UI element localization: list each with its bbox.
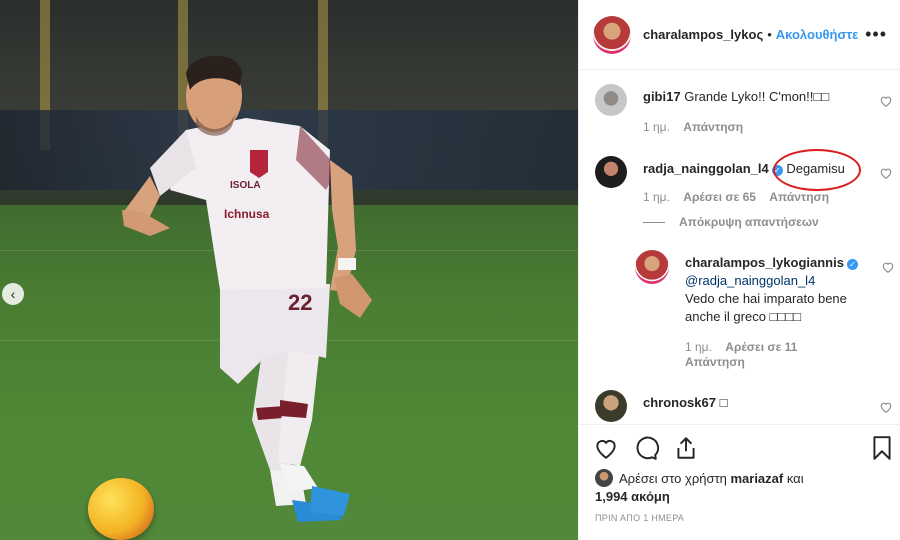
like-comment-heart-icon[interactable] <box>879 400 893 414</box>
comment-bubble-icon[interactable] <box>633 435 659 461</box>
like-heart-icon[interactable] <box>593 435 619 461</box>
verified-badge-icon: ✓ <box>846 259 858 270</box>
reply-text: Vedo che hai imparato bene anche il grec… <box>685 291 847 324</box>
likes-connector: και <box>786 471 804 486</box>
hide-replies-button[interactable]: Απόκρυψη απαντήσεων <box>643 215 819 229</box>
football <box>88 478 154 540</box>
commenter-avatar[interactable] <box>595 390 627 422</box>
shirt-sponsor-main: Ichnusa <box>224 207 270 221</box>
comments-list[interactable]: gibi17 Grande Lyko!! C'mon!!□□ 1 ημ. Απά… <box>579 72 900 424</box>
reply-mention-link[interactable]: @radja_nainggolan_l4 <box>685 273 815 288</box>
header-separator: • <box>767 27 772 42</box>
carousel-prev-button[interactable]: ‹ <box>2 283 24 305</box>
likes-summary: Αρέσει στο χρήστη mariazaf και 1,994 ακό… <box>595 469 895 506</box>
post-header: charalampos_lykoς • Ακολουθήστε ••• <box>579 0 900 70</box>
highlight-circle-annotation <box>773 149 861 191</box>
reply-likes-count[interactable]: Αρέσει σε 11 <box>725 340 797 354</box>
replier-username[interactable]: charalampos_lykogiannis <box>685 255 844 270</box>
comment-time: 1 ημ. <box>643 120 670 134</box>
share-icon[interactable] <box>673 435 699 461</box>
reply-body: charalampos_lykogiannis ✓ @radja_nainggol… <box>685 254 871 326</box>
post-sidebar: charalampos_lykoς • Ακολουθήστε ••• gibi… <box>578 0 900 540</box>
like-reply-heart-icon[interactable] <box>881 260 895 274</box>
post-photo: 22 ISOLA Ichnusa ‹ <box>0 0 578 540</box>
comment-likes-count[interactable]: Αρέσει σε 65 <box>683 190 756 204</box>
comment-time: 1 ημ. <box>643 190 670 204</box>
football-player: 22 ISOLA Ichnusa <box>122 55 372 522</box>
more-options-icon[interactable]: ••• <box>865 24 887 45</box>
author-username[interactable]: charalampos_lykoς <box>643 27 763 42</box>
commenter-username[interactable]: chronosk67 <box>643 395 716 410</box>
commenter-avatar[interactable] <box>595 84 627 116</box>
comment-body: chronosk67 □ <box>643 394 873 412</box>
reply-button[interactable]: Απάντηση <box>685 355 745 369</box>
comment-text: □ <box>719 395 728 410</box>
commenter-username[interactable]: radja_nainggolan_l4 <box>643 161 769 176</box>
bookmark-icon[interactable] <box>869 435 895 461</box>
comment-text: Grande Lyko!! C'mon!!□□ <box>684 89 830 104</box>
shorts-number: 22 <box>288 290 312 315</box>
comment-body: gibi17 Grande Lyko!! C'mon!!□□ <box>643 88 873 106</box>
like-comment-heart-icon[interactable] <box>879 94 893 108</box>
liker-username[interactable]: mariazaf <box>730 471 783 486</box>
post-actions: Αρέσει στο χρήστη mariazaf και 1,994 ακό… <box>579 424 900 540</box>
reply-time: 1 ημ. <box>685 340 712 354</box>
reply-button[interactable]: Απάντηση <box>683 120 743 134</box>
likes-count[interactable]: 1,994 ακόμη <box>595 489 670 504</box>
comment-meta: 1 ημ. Απάντηση <box>643 120 753 134</box>
commenter-username[interactable]: gibi17 <box>643 89 681 104</box>
liker-avatar[interactable] <box>595 469 613 487</box>
comment-meta: 1 ημ. Αρέσει σε 65 Απάντηση <box>643 190 839 204</box>
commenter-avatar[interactable] <box>595 156 627 188</box>
shirt-sponsor-top: ISOLA <box>230 180 261 191</box>
likes-prefix: Αρέσει στο χρήστη <box>619 471 727 486</box>
post-timestamp[interactable]: ΠΡΙΝ ΑΠΟ 1 ΗΜΕΡΑ <box>595 513 684 523</box>
follow-button[interactable]: Ακολουθήστε <box>776 27 859 42</box>
reply-button[interactable]: Απάντηση <box>769 190 829 204</box>
author-avatar[interactable] <box>593 15 631 54</box>
like-comment-heart-icon[interactable] <box>879 166 893 180</box>
replier-avatar[interactable] <box>635 250 669 284</box>
reply-meta: 1 ημ. Αρέσει σε 11 Απάντηση <box>685 340 815 370</box>
